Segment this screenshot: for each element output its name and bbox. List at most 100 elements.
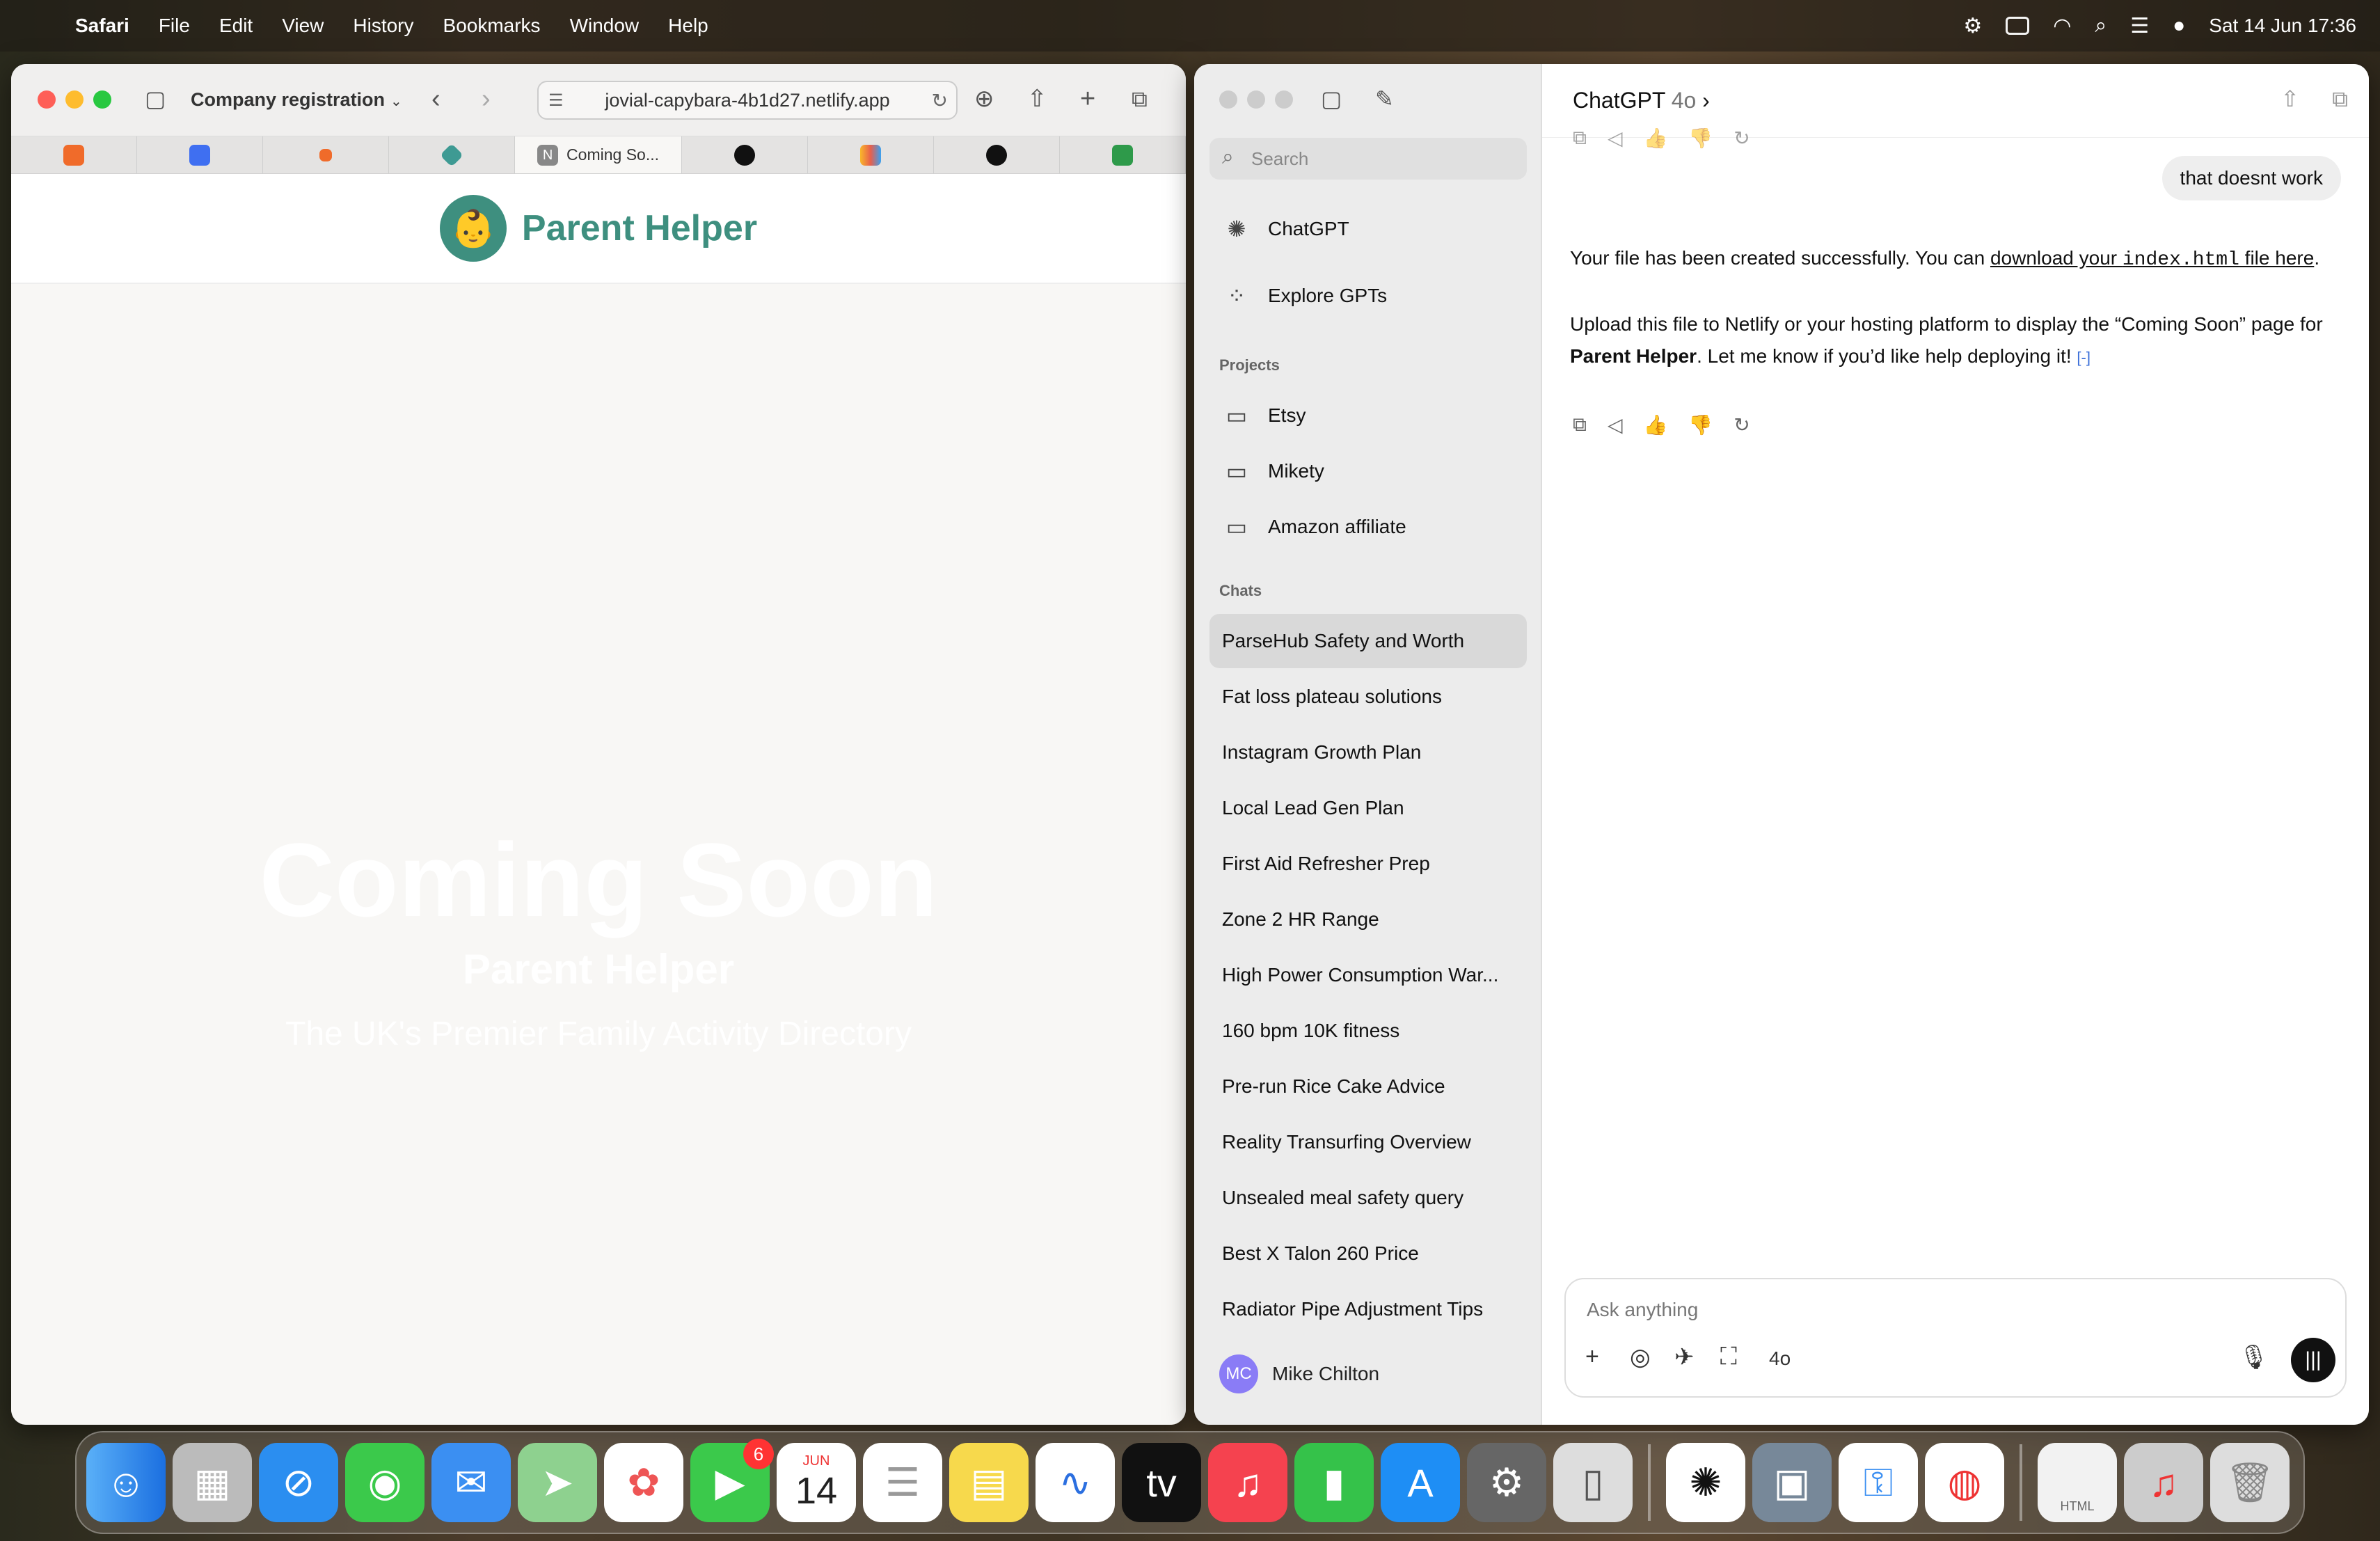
menu-window[interactable]: Window [570, 15, 640, 37]
sidebar-item-chatgpt[interactable]: ✺ ChatGPT [1209, 202, 1527, 256]
tab-overview-icon[interactable]: ⧉ [1132, 85, 1148, 113]
chrome-icon[interactable]: ◍ [1925, 1443, 2004, 1522]
address-bar[interactable]: ☰ jovial-capybara-4b1d27.netlify.app ↻ [537, 81, 958, 120]
downloads-stack-icon[interactable]: ♫ [2124, 1443, 2203, 1522]
preview-icon[interactable]: ▣ [1752, 1443, 1832, 1522]
chat-item[interactable]: 160 bpm 10K fitness [1209, 1004, 1527, 1058]
chat-item[interactable]: Instagram Growth Plan [1209, 725, 1527, 780]
chatgpt-status-icon[interactable]: ⚙ [1963, 14, 1982, 38]
safari-icon[interactable]: ⊘ [259, 1443, 338, 1522]
back-icon[interactable]: ‹ [431, 85, 441, 113]
spotlight-icon[interactable]: ⌕ [2095, 14, 2107, 38]
thumbs-down-icon[interactable]: 👎 [1688, 127, 1713, 150]
copy-icon[interactable]: ⧉ [1573, 413, 1587, 436]
new-tab-icon[interactable]: + [1080, 85, 1095, 113]
read-aloud-icon[interactable]: ◁ [1608, 413, 1623, 436]
tab-8[interactable] [934, 136, 1061, 173]
menu-history[interactable]: History [353, 15, 413, 37]
iphone-mirroring-icon[interactable]: ▯ [1553, 1443, 1633, 1522]
plus-icon[interactable]: + [1585, 1343, 1599, 1370]
user-profile[interactable]: MC Mike Chilton [1219, 1354, 1379, 1393]
chat-item[interactable]: Pre-run Rice Cake Advice [1209, 1059, 1527, 1114]
apple-tv-icon[interactable]: tv [1122, 1443, 1201, 1522]
minimize-window-button[interactable] [65, 90, 84, 109]
chat-item[interactable]: Local Lead Gen Plan [1209, 781, 1527, 835]
thumbs-up-icon[interactable]: 👍 [1644, 127, 1668, 150]
trash-icon[interactable]: 🗑 [2210, 1443, 2290, 1522]
numbers-icon[interactable]: ▮ [1294, 1443, 1374, 1522]
regenerate-icon[interactable]: ↻ [1734, 127, 1750, 150]
chat-item[interactable]: ParseHub Safety and Worth [1209, 614, 1527, 668]
thumbs-up-icon[interactable]: 👍 [1644, 413, 1668, 436]
chat-item[interactable]: Best X Talon 260 Price [1209, 1226, 1527, 1281]
microphone-icon[interactable]: 🎙 [2239, 1343, 2269, 1371]
sidebar-toggle-icon[interactable]: ▢ [145, 85, 166, 113]
tab-7[interactable] [808, 136, 935, 173]
share-icon[interactable]: ⇧ [2280, 85, 2299, 113]
chat-item[interactable]: Fat loss plateau solutions [1209, 670, 1527, 724]
tab-group-selector[interactable]: Company registration ⌄ [191, 89, 402, 111]
app-store-icon[interactable]: A [1381, 1443, 1460, 1522]
read-aloud-icon[interactable]: ◁ [1608, 127, 1623, 150]
siri-icon[interactable]: ● [2173, 14, 2185, 38]
chat-item[interactable]: Zone 2 HR Range [1209, 892, 1527, 947]
menu-bookmarks[interactable]: Bookmarks [443, 15, 541, 37]
message-input[interactable]: Ask anything [1587, 1299, 1698, 1321]
project-item[interactable]: ▭ Mikety [1209, 444, 1527, 498]
project-item[interactable]: ▭ Etsy [1209, 388, 1527, 443]
facetime-icon[interactable]: ▶ 6 [690, 1439, 774, 1522]
system-settings-icon[interactable]: ⚙ [1467, 1443, 1546, 1522]
sidebar-item-explore-gpts[interactable]: ⁘ Explore GPTs [1209, 269, 1527, 323]
calendar-icon[interactable]: JUN 14 [777, 1443, 856, 1522]
menu-view[interactable]: View [282, 15, 324, 37]
model-selector[interactable]: ChatGPT 4o › [1573, 88, 1710, 113]
minimize-window-button[interactable] [1247, 90, 1265, 109]
new-chat-icon[interactable]: ✎ [1375, 85, 1394, 113]
maps-icon[interactable]: ➤ [518, 1443, 597, 1522]
tab-6[interactable] [682, 136, 809, 173]
copy-icon[interactable]: ⧉ [1573, 127, 1587, 150]
tools-icon[interactable]: ✈ [1674, 1343, 1695, 1371]
menu-file[interactable]: File [159, 15, 190, 37]
menu-edit[interactable]: Edit [219, 15, 253, 37]
photos-icon[interactable]: ✿ [604, 1443, 683, 1522]
chat-item[interactable]: Unsealed meal safety query [1209, 1171, 1527, 1225]
globe-icon[interactable]: ◎ [1630, 1343, 1651, 1371]
menu-app-name[interactable]: Safari [75, 15, 129, 37]
tab-1[interactable] [11, 136, 137, 173]
wifi-icon[interactable]: ◠ [2053, 14, 2071, 38]
screen-capture-icon[interactable]: ⛶ [1720, 1343, 1737, 1370]
messages-icon[interactable]: ◉ [345, 1443, 425, 1522]
voice-mode-icon[interactable]: ||| [2291, 1338, 2335, 1382]
mail-icon[interactable]: ✉ [431, 1443, 511, 1522]
launchpad-icon[interactable]: ▦ [173, 1443, 252, 1522]
tab-active[interactable]: N Coming So... [514, 136, 683, 173]
baby-logo-icon[interactable]: 👶 [439, 195, 507, 262]
thumbs-down-icon[interactable]: 👎 [1688, 413, 1713, 436]
finder-icon[interactable]: ☺ [86, 1443, 166, 1522]
freeform-icon[interactable]: ∿ [1036, 1443, 1115, 1522]
project-item[interactable]: ▭ Amazon affiliate [1209, 500, 1527, 554]
tab-2[interactable] [137, 136, 263, 173]
clock[interactable]: Sat 14 Jun 17:36 [2209, 15, 2356, 37]
menu-help[interactable]: Help [668, 15, 708, 37]
music-icon[interactable]: ♫ [1208, 1443, 1287, 1522]
battery-icon[interactable] [2006, 17, 2030, 35]
regenerate-icon[interactable]: ↻ [1734, 413, 1750, 436]
share-icon[interactable]: ⇧ [1027, 85, 1047, 113]
reminders-icon[interactable]: ☰ [863, 1443, 942, 1522]
zoom-window-button[interactable] [93, 90, 111, 109]
chatgpt-app-icon[interactable]: ✺ [1666, 1443, 1745, 1522]
page-settings-icon[interactable]: ☰ [548, 90, 564, 111]
site-brand[interactable]: Parent Helper [522, 207, 757, 249]
reload-icon[interactable]: ↻ [932, 89, 948, 112]
chat-item[interactable]: High Power Consumption War... [1209, 948, 1527, 1002]
download-link[interactable]: download your index.html file here [1990, 247, 2314, 271]
citation-icon[interactable]: [-] [2077, 349, 2091, 366]
chat-item[interactable]: Reality Transurfing Overview [1209, 1115, 1527, 1169]
sidebar-toggle-icon[interactable]: ▢ [1321, 85, 1342, 113]
close-window-button[interactable] [38, 90, 56, 109]
tab-4[interactable] [389, 136, 515, 173]
html-file-icon[interactable]: HTML [2038, 1443, 2117, 1522]
passwords-icon[interactable]: ⚿ [1839, 1443, 1918, 1522]
